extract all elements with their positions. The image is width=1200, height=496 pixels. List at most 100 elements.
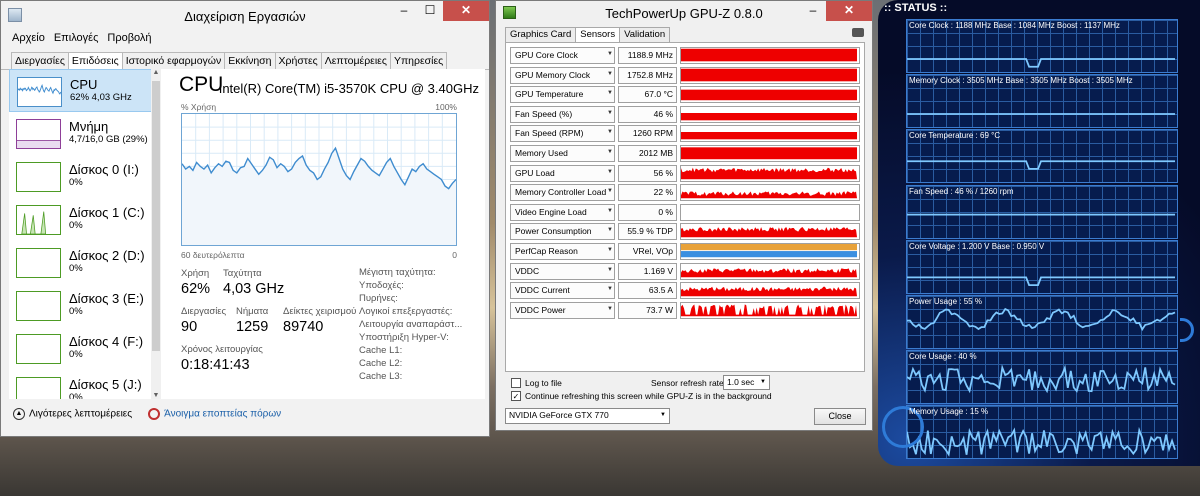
chevron-down-icon[interactable]: ▼ (607, 267, 613, 273)
sensor-name[interactable]: Fan Speed (%) (510, 105, 615, 123)
sensor-name[interactable]: Power Consumption (510, 223, 615, 241)
menu-bar: Αρχείο Επιλογές Προβολή (1, 31, 489, 47)
sensor-name[interactable]: PerfCap Reason (510, 243, 615, 260)
close-button[interactable]: ✕ (443, 1, 489, 21)
log-to-file-checkbox[interactable] (511, 378, 521, 388)
sensor-name[interactable]: VDDC Power (510, 301, 615, 319)
chevron-down-icon[interactable]: ▼ (607, 110, 613, 116)
resource-name: CPU (70, 77, 98, 92)
resource-disk-1[interactable]: Δίσκος 1 (C:) 0% (9, 198, 159, 241)
resource-cpu[interactable]: CPU 62% 4,03 GHz (9, 69, 159, 112)
menu-view[interactable]: Προβολή (107, 31, 151, 47)
sensor-name[interactable]: GPU Load (510, 164, 615, 182)
chevron-down-icon[interactable]: ▼ (607, 208, 613, 214)
threads-value: 1259 (236, 319, 269, 335)
chevron-down-icon[interactable]: ▼ (607, 149, 613, 155)
gpuz-minimize-button[interactable]: – (800, 1, 826, 21)
log-to-file-option[interactable]: Log to file (511, 378, 562, 388)
continue-refresh-option[interactable]: ✓ Continue refreshing this screen while … (511, 391, 772, 401)
sensor-name[interactable]: GPU Core Clock (510, 47, 615, 64)
sensor-fill (681, 267, 858, 277)
gpu-select[interactable]: NVIDIA GeForce GTX 770 ▼ (505, 408, 670, 424)
status-panel-label: Memory Usage : 15 % (909, 407, 989, 417)
sensor-fill (681, 68, 858, 81)
menu-file[interactable]: Αρχείο (12, 31, 45, 47)
sensor-value: 1752.8 MHz (618, 66, 677, 84)
sensor-name[interactable]: GPU Memory Clock (510, 66, 615, 84)
sensor-name[interactable]: GPU Temperature (510, 86, 615, 104)
chevron-down-icon[interactable]: ▼ (607, 90, 613, 96)
chevron-down-icon[interactable]: ▼ (607, 227, 613, 233)
title-bar[interactable]: Διαχείριση Εργασιών – ☐ ✕ (1, 1, 489, 31)
menu-options[interactable]: Επιλογές (54, 31, 99, 47)
continue-refresh-checkbox[interactable]: ✓ (511, 391, 521, 401)
refresh-rate-select[interactable]: 1.0 sec ▼ (723, 375, 770, 390)
usage-label: Χρήση (181, 268, 210, 279)
tab-details[interactable]: Λεπτομέρειες (320, 52, 391, 69)
processes-label: Διεργασίες (181, 306, 227, 317)
scroll-up-icon[interactable]: ▲ (151, 69, 161, 76)
maximize-button[interactable]: ☐ (417, 1, 443, 21)
chevron-down-icon[interactable]: ▼ (607, 247, 613, 253)
resource-name: Δίσκος 2 (D:) (69, 248, 145, 263)
sensor-name[interactable]: VDDC (510, 262, 615, 280)
chevron-down-icon[interactable]: ▼ (607, 306, 613, 312)
chevron-down-icon[interactable]: ▼ (607, 71, 613, 77)
tab-services[interactable]: Υπηρεσίες (389, 52, 448, 69)
tab-processes[interactable]: Διεργασίες (11, 52, 69, 69)
tab-users[interactable]: Χρήστες (274, 52, 322, 69)
threads-label: Νήματα (236, 306, 269, 317)
resource-list-scrollbar[interactable]: ▲ ▼ (151, 69, 161, 399)
sensor-name[interactable]: Video Engine Load (510, 203, 615, 221)
open-resource-monitor-link[interactable]: Άνοιγμα εποπτείας πόρων (148, 408, 281, 420)
resource-disk-0[interactable]: Δίσκος 0 (I:) 0% (9, 155, 159, 198)
resource-value: 0% (69, 349, 83, 360)
widget-handle[interactable] (1180, 318, 1194, 342)
chevron-down-icon[interactable]: ▼ (607, 188, 613, 194)
task-manager-window: Διαχείριση Εργασιών – ☐ ✕ Αρχείο Επιλογέ… (0, 0, 490, 437)
sensor-name[interactable]: VDDC Current (510, 282, 615, 300)
sensor-row: Memory Used ▼ 2012 MB (510, 145, 860, 162)
disk-mini-graph (16, 162, 61, 192)
chevron-down-icon[interactable]: ▼ (607, 129, 613, 135)
sensor-fill (681, 286, 858, 297)
chevron-down-icon[interactable]: ▼ (607, 169, 613, 175)
tab-bar: Διεργασίες Επιδόσεις Ιστορικό εφαρμογών … (1, 52, 489, 71)
sensor-fill (681, 227, 858, 238)
resource-disk-2[interactable]: Δίσκος 2 (D:) 0% (9, 241, 159, 284)
sensor-row: Power Consumption ▼ 55.9 % TDP (510, 223, 860, 241)
sensor-graph (680, 262, 860, 280)
gpuz-title-bar[interactable]: TechPowerUp GPU-Z 0.8.0 – ✕ (496, 1, 872, 25)
tab-startup[interactable]: Εκκίνηση (224, 52, 276, 69)
resource-disk-5[interactable]: Δίσκος 5 (J:) 0% (9, 370, 159, 399)
camera-icon[interactable] (852, 28, 864, 37)
resource-disk-4[interactable]: Δίσκος 4 (F:) 0% (9, 327, 159, 370)
fewer-details-button[interactable]: ▲ Λιγότερες λεπτομέρειες (13, 408, 132, 420)
tab-validation[interactable]: Validation (619, 27, 671, 42)
virtualization-label: Λειτουργία αναπαράστ... (359, 319, 463, 330)
tab-sensors[interactable]: Sensors (575, 27, 621, 42)
status-panel: Core Temperature : 69 °C (906, 129, 1178, 184)
scroll-down-icon[interactable]: ▼ (151, 392, 161, 399)
chevron-down-icon[interactable]: ▼ (607, 51, 613, 57)
gpuz-close-window-button[interactable]: ✕ (826, 1, 872, 21)
sensor-value: VRel, VOp (618, 243, 677, 260)
sensor-graph (680, 105, 860, 123)
cpu-model: Intel(R) Core(TM) i5-3570K CPU @ 3.40GHz (218, 81, 479, 96)
status-panel-label: Power Usage : 55 % (909, 297, 982, 306)
chevron-down-icon[interactable]: ▼ (607, 286, 613, 292)
resource-disk-3[interactable]: Δίσκος 3 (E:) 0% (9, 284, 159, 327)
resource-value: 62% 4,03 GHz (70, 92, 132, 103)
resource-memory[interactable]: Μνήμη 4,7/16,0 GB (29%) (9, 112, 159, 155)
cpu-mini-line (18, 83, 61, 95)
scrollbar-thumb[interactable] (152, 81, 160, 351)
tab-graphics-card[interactable]: Graphics Card (505, 27, 577, 42)
gpuz-close-button[interactable]: Close (814, 408, 866, 425)
sensor-name[interactable]: Fan Speed (RPM) (510, 125, 615, 143)
sensor-name[interactable]: Memory Controller Load (510, 184, 615, 202)
minimize-button[interactable]: – (391, 1, 417, 21)
sensor-name[interactable]: Memory Used (510, 145, 615, 162)
logical-processors-label: Λογικοί επεξεργαστές: (359, 306, 453, 317)
tab-app-history[interactable]: Ιστορικό εφαρμογών (121, 52, 226, 69)
sensor-value: 55.9 % TDP (618, 223, 677, 241)
